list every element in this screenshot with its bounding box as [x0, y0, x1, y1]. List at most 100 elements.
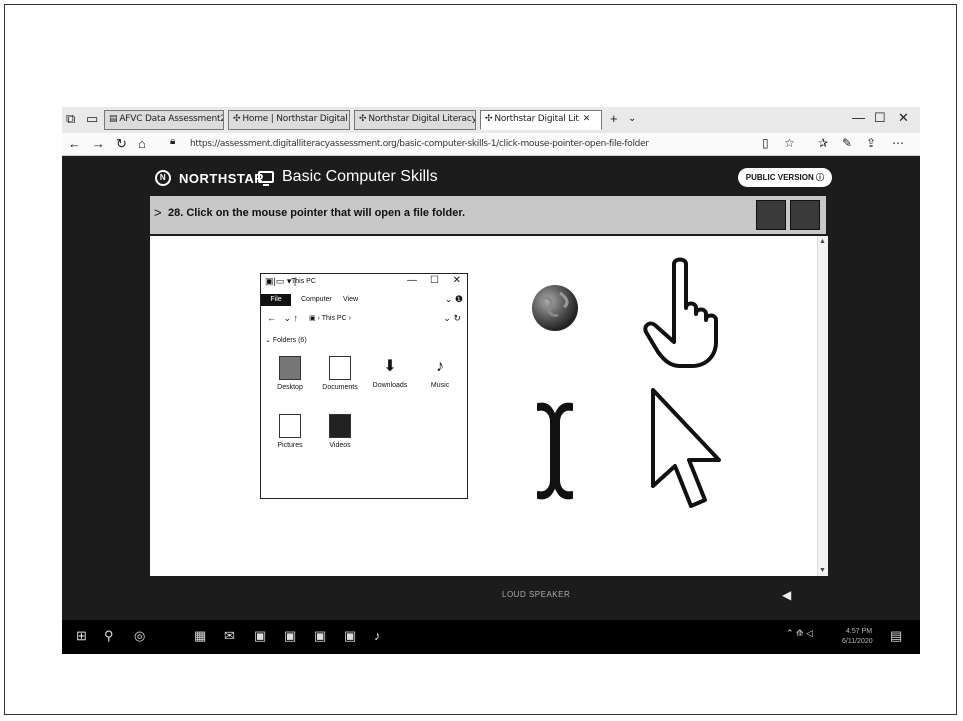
option-arrow-pointer[interactable]	[647, 386, 727, 516]
arrow-cursor-icon	[651, 388, 721, 508]
app-icon-4[interactable]: ▣	[344, 628, 356, 644]
refresh-icon[interactable]: ↻	[116, 136, 127, 152]
download-arrow-icon: ⬇	[380, 356, 400, 378]
tab-list-chevron-icon[interactable]: ⌄	[628, 111, 636, 127]
play-audio-icon[interactable]: >	[154, 205, 162, 220]
tab-preview-icon[interactable]: ▭	[86, 111, 98, 127]
windows-taskbar: ⊞ ⚲ ◎ ▦ ✉ ▣ ▣ ▣ ▣ ♪ ⌃ ⟰ ◁ 4:57 PM 6/11/2…	[62, 620, 920, 654]
monitor-icon	[258, 171, 274, 186]
northstar-favicon-icon: ✣	[485, 114, 493, 124]
app-icon-3[interactable]: ▣	[314, 628, 326, 644]
file-explorer-image: ▣|▭ ▾ | This PC — ☐ ✕ File Computer View…	[260, 273, 468, 499]
northstar-favicon-icon: ✣	[233, 114, 241, 124]
tab-home-northstar[interactable]: ✣ Home | Northstar Digital Lit	[228, 110, 350, 130]
favorite-star-icon[interactable]: ☆	[784, 136, 795, 150]
folder-downloads: ⬇ Downloads	[372, 356, 408, 389]
globe-icon	[532, 285, 578, 331]
folder-music: ♪ Music	[430, 356, 450, 389]
ribbon-view-tab: View	[343, 296, 359, 303]
refresh-icon: ⌄ ↻	[443, 313, 461, 323]
volume-icon[interactable]: ◀	[782, 588, 791, 602]
question-text: 28. Click on the mouse pointer that will…	[168, 207, 466, 219]
explorer-nav: ← ⌄ ↑ ▣ › This PC › ⌄ ↻	[261, 312, 467, 326]
back-icon[interactable]: ←	[68, 136, 81, 151]
mail-icon[interactable]: ✉	[224, 628, 235, 644]
tab-northstar-literacy[interactable]: ✣ Northstar Digital Literacy	[354, 110, 476, 130]
ibeam-cursor-icon	[537, 402, 573, 500]
new-tab-button[interactable]: +	[610, 111, 618, 127]
pdf-icon: ▤	[109, 114, 118, 124]
explorer-title: This PC	[291, 278, 316, 285]
app-icon-2[interactable]: ▣	[284, 628, 296, 644]
videos-folder-icon	[329, 414, 351, 438]
close-tab-icon[interactable]: ✕	[583, 114, 591, 124]
northstar-logo-icon: N	[155, 170, 171, 186]
app-icon-1[interactable]: ▣	[254, 628, 266, 644]
search-icon[interactable]: ⚲	[104, 628, 114, 644]
tab-afvc-pdf[interactable]: ▤AFVC Data Assessment2.pdf	[104, 110, 224, 130]
system-tray-icons[interactable]: ⌃ ⟰ ◁	[786, 628, 813, 639]
help-button[interactable]	[790, 200, 820, 230]
clock-date: 6/11/2020	[842, 638, 873, 645]
documents-folder-icon	[329, 356, 351, 380]
url-field[interactable]: https://assessment.digitalliteracyassess…	[190, 136, 710, 152]
content-scrollbar[interactable]: ▲ ▼	[817, 236, 828, 576]
folder-desktop: Desktop	[267, 356, 313, 391]
scroll-up-icon[interactable]: ▲	[819, 238, 826, 245]
explorer-titlebar: ▣|▭ ▾ | This PC — ☐ ✕	[261, 274, 467, 290]
tab-actions-icon[interactable]: ⧉	[66, 111, 75, 127]
bottom-strip: LOUD SPEAKER ◀	[62, 586, 920, 608]
store-icon[interactable]: ▦	[194, 628, 206, 644]
question-content: ▣|▭ ▾ | This PC — ☐ ✕ File Computer View…	[150, 236, 828, 576]
northstar-brand[interactable]: N NORTHSTAR	[155, 170, 264, 186]
windows-start-icon[interactable]: ⊞	[76, 628, 87, 644]
folder-documents: Documents	[317, 356, 363, 391]
pictures-folder-icon	[279, 414, 301, 438]
clock-time: 4:57 PM	[846, 628, 873, 635]
maximize-icon[interactable]: ☐	[874, 110, 886, 126]
northstar-app: N NORTHSTAR Basic Computer Skills PUBLIC…	[62, 156, 920, 654]
reading-view-icon[interactable]: ▯	[762, 136, 769, 150]
back-icon: ← ⌄ ↑	[267, 313, 299, 323]
music-note-icon: ♪	[430, 356, 450, 378]
pen-notes-icon[interactable]: ✎	[842, 136, 852, 150]
minimize-icon: —	[407, 275, 417, 286]
close-window-icon[interactable]: ✕	[898, 110, 909, 126]
address-bar: ← → ↻ ⌂ 🔒︎ https://assessment.digitallit…	[62, 133, 920, 156]
lock-icon: 🔒︎	[170, 136, 176, 147]
cortana-icon[interactable]: ◎	[134, 628, 145, 644]
folder-videos: Videos	[317, 414, 363, 449]
option-hand-pointer[interactable]	[640, 256, 730, 371]
explorer-ribbon: File Computer View ⌄ ❶	[261, 294, 467, 306]
explorer-path: ▣ › This PC ›	[309, 315, 351, 322]
app-icon-5[interactable]: ♪	[374, 628, 381, 643]
notifications-icon[interactable]: ▤	[890, 628, 902, 644]
more-icon[interactable]: ⋯	[892, 136, 904, 150]
browser-tab-bar: ⧉ ▭ ▤AFVC Data Assessment2.pdf ✣Home | N…	[62, 107, 920, 134]
share-icon[interactable]: ⇪	[866, 136, 876, 150]
folders-group-label: ⌄ Folders (6)	[265, 337, 307, 344]
favorites-hub-icon[interactable]: ✰	[818, 136, 828, 150]
hand-pointer-icon	[643, 257, 718, 368]
option-busy-globe[interactable]	[530, 281, 580, 335]
forward-icon[interactable]: →	[92, 136, 105, 151]
scroll-down-icon[interactable]: ▼	[819, 567, 826, 574]
bottom-label: LOUD SPEAKER	[502, 590, 571, 599]
close-icon: ✕	[452, 275, 461, 286]
ribbon-file-tab: File	[261, 294, 291, 306]
question-bar: > 28. Click on the mouse pointer that wi…	[150, 196, 826, 234]
info-icon: ⓘ	[816, 173, 824, 182]
tab-northstar-active[interactable]: ✣ Northstar Digital Lit ✕	[480, 110, 602, 130]
option-text-select[interactable]	[530, 396, 580, 506]
maximize-icon: ☐	[430, 275, 439, 286]
northstar-favicon-icon: ✣	[359, 114, 367, 124]
minimize-icon[interactable]: —	[852, 110, 865, 125]
folder-pictures: Pictures	[267, 414, 313, 449]
module-title: Basic Computer Skills	[258, 168, 438, 186]
ribbon-computer-tab: Computer	[301, 296, 332, 303]
desktop-folder-icon	[279, 356, 301, 380]
public-version-button[interactable]: PUBLIC VERSION ⓘ	[737, 168, 832, 187]
home-icon[interactable]: ⌂	[138, 136, 146, 151]
chevron-down-icon: ⌄ ❶	[444, 294, 463, 304]
audio-button[interactable]	[756, 200, 786, 230]
